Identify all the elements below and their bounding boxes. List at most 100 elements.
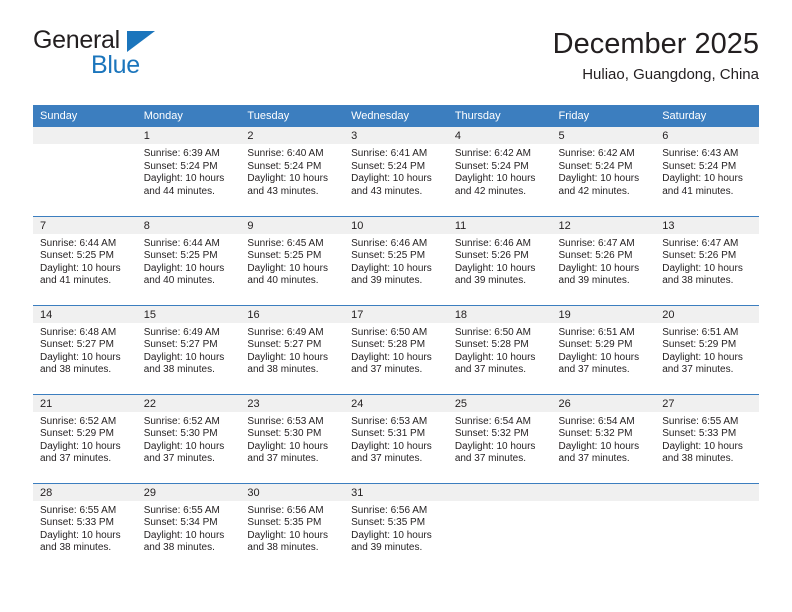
daylight-text-line2: and 40 minutes. bbox=[143, 275, 215, 287]
daylight-text-line1: Daylight: 10 hours bbox=[40, 529, 121, 541]
sunrise-text: Sunrise: 6:52 AM bbox=[40, 415, 117, 427]
day-details: Sunrise: 6:56 AM Sunset: 5:35 PM Dayligh… bbox=[240, 501, 344, 555]
day-number: 28 bbox=[33, 483, 137, 501]
sunrise-text: Sunrise: 6:56 AM bbox=[247, 504, 324, 516]
daylight-text-line2: and 38 minutes. bbox=[662, 453, 734, 465]
daylight-text-line1: Daylight: 10 hours bbox=[351, 262, 432, 274]
sunrise-text: Sunrise: 6:51 AM bbox=[662, 326, 739, 338]
day-details: Sunrise: 6:45 AM Sunset: 5:25 PM Dayligh… bbox=[240, 234, 344, 288]
day-number bbox=[655, 483, 759, 501]
daylight-text-line2: and 39 minutes. bbox=[351, 542, 423, 554]
day-cell[interactable]: 13 Sunrise: 6:47 AM Sunset: 5:26 PM Dayl… bbox=[655, 215, 759, 305]
day-cell[interactable]: 27 Sunrise: 6:55 AM Sunset: 5:33 PM Dayl… bbox=[655, 393, 759, 483]
day-details: Sunrise: 6:44 AM Sunset: 5:25 PM Dayligh… bbox=[137, 234, 241, 288]
sunrise-text: Sunrise: 6:50 AM bbox=[454, 326, 531, 338]
daylight-text-line1: Daylight: 10 hours bbox=[143, 262, 225, 274]
day-cell[interactable]: 29 Sunrise: 6:55 AM Sunset: 5:34 PM Dayl… bbox=[136, 482, 241, 572]
day-cell[interactable]: 22 Sunrise: 6:52 AM Sunset: 5:30 PM Dayl… bbox=[136, 393, 241, 483]
day-number: 4 bbox=[447, 127, 552, 144]
day-number: 11 bbox=[447, 216, 552, 234]
sunrise-text: Sunrise: 6:54 AM bbox=[558, 415, 635, 427]
day-number: 25 bbox=[447, 394, 552, 412]
day-cell[interactable]: 24 Sunrise: 6:53 AM Sunset: 5:31 PM Dayl… bbox=[344, 393, 448, 483]
daylight-text-line2: and 37 minutes. bbox=[143, 453, 215, 465]
day-cell[interactable]: 1 Sunrise: 6:39 AM Sunset: 5:24 PM Dayli… bbox=[136, 127, 241, 216]
weekday-header-tuesday: Tuesday bbox=[240, 105, 345, 127]
day-cell[interactable]: 11 Sunrise: 6:46 AM Sunset: 5:26 PM Dayl… bbox=[447, 215, 552, 305]
sunset-text: Sunset: 5:24 PM bbox=[662, 160, 737, 172]
day-number: 21 bbox=[33, 394, 137, 412]
sunset-text: Sunset: 5:31 PM bbox=[351, 428, 426, 440]
sunset-text: Sunset: 5:28 PM bbox=[351, 339, 426, 351]
day-cell[interactable]: 7 Sunrise: 6:44 AM Sunset: 5:25 PM Dayli… bbox=[33, 215, 137, 305]
day-details: Sunrise: 6:46 AM Sunset: 5:25 PM Dayligh… bbox=[344, 234, 448, 288]
daylight-text-line1: Daylight: 10 hours bbox=[351, 440, 432, 452]
daylight-text-line1: Daylight: 10 hours bbox=[558, 351, 640, 363]
sunrise-text: Sunrise: 6:47 AM bbox=[558, 237, 635, 249]
day-number: 15 bbox=[136, 305, 241, 323]
sunset-text: Sunset: 5:25 PM bbox=[247, 250, 322, 262]
sunrise-text: Sunrise: 6:44 AM bbox=[143, 237, 220, 249]
day-cell[interactable]: 25 Sunrise: 6:54 AM Sunset: 5:32 PM Dayl… bbox=[447, 393, 552, 483]
sunrise-text: Sunrise: 6:42 AM bbox=[558, 148, 635, 159]
day-cell[interactable]: 10 Sunrise: 6:46 AM Sunset: 5:25 PM Dayl… bbox=[344, 215, 448, 305]
day-number: 1 bbox=[136, 127, 241, 144]
sunset-text: Sunset: 5:27 PM bbox=[40, 339, 114, 351]
sunset-text: Sunset: 5:26 PM bbox=[558, 250, 633, 262]
sunrise-text: Sunrise: 6:46 AM bbox=[351, 237, 428, 249]
day-cell[interactable]: 8 Sunrise: 6:44 AM Sunset: 5:25 PM Dayli… bbox=[136, 215, 241, 305]
daylight-text-line2: and 37 minutes. bbox=[558, 453, 630, 465]
day-number: 7 bbox=[33, 216, 137, 234]
day-cell[interactable]: 2 Sunrise: 6:40 AM Sunset: 5:24 PM Dayli… bbox=[240, 127, 345, 216]
day-cell[interactable]: 17 Sunrise: 6:50 AM Sunset: 5:28 PM Dayl… bbox=[344, 304, 448, 394]
sunrise-text: Sunrise: 6:52 AM bbox=[143, 415, 220, 427]
day-cell[interactable]: 5 Sunrise: 6:42 AM Sunset: 5:24 PM Dayli… bbox=[551, 127, 656, 216]
sunset-text: Sunset: 5:30 PM bbox=[247, 428, 322, 440]
day-number: 31 bbox=[344, 483, 448, 501]
daylight-text-line1: Daylight: 10 hours bbox=[558, 440, 640, 452]
day-cell[interactable]: 28 Sunrise: 6:55 AM Sunset: 5:33 PM Dayl… bbox=[33, 482, 137, 572]
daylight-text-line1: Daylight: 10 hours bbox=[40, 262, 121, 274]
daylight-text-line2: and 43 minutes. bbox=[351, 185, 423, 197]
day-cell[interactable]: 18 Sunrise: 6:50 AM Sunset: 5:28 PM Dayl… bbox=[447, 304, 552, 394]
day-details: Sunrise: 6:47 AM Sunset: 5:26 PM Dayligh… bbox=[552, 234, 656, 288]
day-cell[interactable]: 6 Sunrise: 6:43 AM Sunset: 5:24 PM Dayli… bbox=[655, 127, 759, 216]
day-number bbox=[551, 483, 656, 501]
day-cell[interactable]: 14 Sunrise: 6:48 AM Sunset: 5:27 PM Dayl… bbox=[33, 304, 137, 394]
daylight-text-line1: Daylight: 10 hours bbox=[40, 440, 121, 452]
day-cell[interactable]: 20 Sunrise: 6:51 AM Sunset: 5:29 PM Dayl… bbox=[655, 304, 759, 394]
day-number: 27 bbox=[655, 394, 759, 412]
day-details: Sunrise: 6:55 AM Sunset: 5:34 PM Dayligh… bbox=[137, 501, 241, 555]
day-details: Sunrise: 6:55 AM Sunset: 5:33 PM Dayligh… bbox=[33, 501, 137, 555]
day-details: Sunrise: 6:55 AM Sunset: 5:33 PM Dayligh… bbox=[655, 412, 759, 466]
day-cell[interactable]: 23 Sunrise: 6:53 AM Sunset: 5:30 PM Dayl… bbox=[240, 393, 345, 483]
day-number: 23 bbox=[240, 394, 345, 412]
week-row: 1 Sunrise: 6:39 AM Sunset: 5:24 PM Dayli… bbox=[33, 127, 759, 216]
daylight-text-line1: Daylight: 10 hours bbox=[454, 173, 536, 185]
general-blue-logo[interactable]: General Blue bbox=[33, 28, 233, 86]
day-number: 6 bbox=[655, 127, 759, 144]
day-cell[interactable]: 16 Sunrise: 6:49 AM Sunset: 5:27 PM Dayl… bbox=[240, 304, 345, 394]
logo-text-general: General bbox=[33, 26, 120, 54]
day-cell[interactable]: 31 Sunrise: 6:56 AM Sunset: 5:35 PM Dayl… bbox=[344, 482, 448, 572]
day-number: 3 bbox=[344, 127, 448, 144]
daylight-text-line1: Daylight: 10 hours bbox=[454, 262, 536, 274]
sunrise-text: Sunrise: 6:54 AM bbox=[454, 415, 531, 427]
day-cell[interactable]: 4 Sunrise: 6:42 AM Sunset: 5:24 PM Dayli… bbox=[447, 127, 552, 216]
daylight-text-line2: and 38 minutes. bbox=[247, 364, 319, 376]
daylight-text-line1: Daylight: 10 hours bbox=[143, 351, 225, 363]
day-cell[interactable]: 12 Sunrise: 6:47 AM Sunset: 5:26 PM Dayl… bbox=[551, 215, 656, 305]
day-cell[interactable]: 30 Sunrise: 6:56 AM Sunset: 5:35 PM Dayl… bbox=[240, 482, 345, 572]
sunrise-text: Sunrise: 6:51 AM bbox=[558, 326, 635, 338]
day-cell[interactable]: 9 Sunrise: 6:45 AM Sunset: 5:25 PM Dayli… bbox=[240, 215, 345, 305]
daylight-text-line1: Daylight: 10 hours bbox=[247, 262, 329, 274]
day-cell[interactable]: 15 Sunrise: 6:49 AM Sunset: 5:27 PM Dayl… bbox=[136, 304, 241, 394]
day-cell[interactable]: 26 Sunrise: 6:54 AM Sunset: 5:32 PM Dayl… bbox=[551, 393, 656, 483]
day-number: 2 bbox=[240, 127, 345, 144]
sunset-text: Sunset: 5:29 PM bbox=[558, 339, 633, 351]
day-details: Sunrise: 6:51 AM Sunset: 5:29 PM Dayligh… bbox=[552, 323, 656, 377]
daylight-text-line2: and 37 minutes. bbox=[351, 453, 423, 465]
day-cell[interactable]: 19 Sunrise: 6:51 AM Sunset: 5:29 PM Dayl… bbox=[551, 304, 656, 394]
day-cell[interactable]: 21 Sunrise: 6:52 AM Sunset: 5:29 PM Dayl… bbox=[33, 393, 137, 483]
day-cell[interactable]: 3 Sunrise: 6:41 AM Sunset: 5:24 PM Dayli… bbox=[344, 127, 448, 216]
